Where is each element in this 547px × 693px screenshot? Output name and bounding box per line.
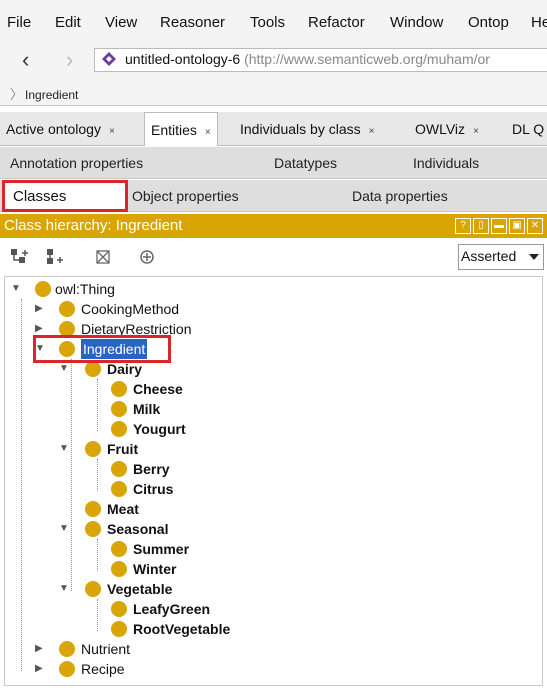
class-icon bbox=[85, 361, 101, 377]
class-icon bbox=[85, 441, 101, 457]
tab-owlviz[interactable]: OWLViz × bbox=[409, 112, 485, 146]
collapsed-toggle-icon[interactable]: ▶ bbox=[35, 659, 43, 679]
subtab-classes-label: Classes bbox=[13, 188, 67, 205]
subtab-datatypes[interactable]: Datatypes bbox=[274, 155, 337, 171]
back-arrow-icon[interactable]: ‹ bbox=[22, 48, 29, 72]
subtab-object-properties[interactable]: Object properties bbox=[132, 188, 239, 204]
ontology-iri: (http://www.semanticweb.org/muham/or bbox=[244, 51, 490, 67]
hierarchy-toolbar: Asserted bbox=[0, 240, 547, 274]
expand-toggle-icon[interactable]: ▼ bbox=[11, 279, 21, 299]
class-icon bbox=[111, 621, 127, 637]
tab-label: OWLViz bbox=[415, 121, 466, 137]
subtab-annotation-properties[interactable]: Annotation properties bbox=[10, 155, 143, 171]
breadcrumb: 〉 Ingredient bbox=[0, 76, 547, 106]
class-icon bbox=[85, 501, 101, 517]
tab-entities[interactable]: Entities × bbox=[144, 112, 218, 146]
subtab-classes[interactable]: Classes bbox=[2, 180, 128, 212]
close-icon[interactable]: × bbox=[473, 126, 479, 137]
expand-toggle-icon[interactable]: ▼ bbox=[59, 439, 69, 459]
subtab-data-properties[interactable]: Data properties bbox=[352, 188, 448, 204]
help-icon[interactable]: ? bbox=[455, 218, 471, 234]
add-sibling-icon[interactable] bbox=[46, 248, 66, 266]
subtab-row-1: Annotation properties Datatypes Individu… bbox=[0, 147, 547, 179]
ontology-name: untitled-ontology-6 bbox=[125, 51, 241, 67]
collapsed-toggle-icon[interactable]: ▶ bbox=[35, 299, 43, 319]
class-icon bbox=[111, 461, 127, 477]
tab-label: Individuals by class bbox=[240, 121, 361, 137]
class-icon bbox=[59, 661, 75, 677]
menu-refactor[interactable]: Refactor bbox=[308, 14, 365, 31]
menu-ontop[interactable]: Ontop bbox=[468, 14, 509, 31]
tab-active-ontology[interactable]: Active ontology × bbox=[0, 112, 121, 146]
chevron-down-icon bbox=[529, 254, 539, 260]
breadcrumb-chevron-icon: 〉 bbox=[10, 87, 24, 102]
tab-individuals-by-class[interactable]: Individuals by class × bbox=[234, 112, 380, 146]
tab-label: Active ontology bbox=[6, 121, 101, 137]
menu-help[interactable]: He bbox=[531, 14, 547, 31]
class-icon bbox=[111, 401, 127, 417]
add-subclass-icon[interactable] bbox=[10, 248, 30, 266]
collapsed-toggle-icon[interactable]: ▶ bbox=[35, 639, 43, 659]
menu-window[interactable]: Window bbox=[390, 14, 443, 31]
menu-file[interactable]: File bbox=[7, 14, 31, 31]
class-icon bbox=[59, 641, 75, 657]
class-icon bbox=[111, 421, 127, 437]
tab-label: Entities bbox=[151, 122, 197, 138]
close-icon[interactable]: × bbox=[109, 126, 115, 137]
menu-view[interactable]: View bbox=[105, 14, 137, 31]
subtab-individuals[interactable]: Individuals bbox=[413, 155, 479, 171]
menu-edit[interactable]: Edit bbox=[55, 14, 81, 31]
class-icon bbox=[35, 281, 51, 297]
menu-bar: File Edit View Reasoner Tools Refactor W… bbox=[0, 0, 547, 46]
class-icon bbox=[111, 481, 127, 497]
tab-label: DL Q bbox=[512, 121, 545, 137]
class-icon bbox=[111, 381, 127, 397]
forward-arrow-icon[interactable]: › bbox=[66, 48, 73, 72]
view-mode-select[interactable]: Asserted bbox=[458, 244, 544, 270]
close-icon[interactable]: × bbox=[369, 126, 375, 137]
class-icon bbox=[59, 301, 75, 317]
class-icon bbox=[85, 581, 101, 597]
class-hierarchy-header: Class hierarchy: Ingredient ? ▯ ▬ ▣ ✕ bbox=[0, 214, 547, 238]
class-icon bbox=[85, 521, 101, 537]
expand-toggle-icon[interactable]: ▼ bbox=[59, 579, 69, 599]
tab-bar: Active ontology × Entities × Individuals b… bbox=[0, 112, 547, 146]
pin-icon[interactable]: ▯ bbox=[473, 218, 489, 234]
breadcrumb-item[interactable]: Ingredient bbox=[25, 88, 78, 102]
target-icon[interactable] bbox=[138, 248, 156, 266]
view-mode-value: Asserted bbox=[461, 248, 517, 264]
address-bar: ‹ › untitled-ontology-6 (http://www.sema… bbox=[0, 46, 547, 76]
class-icon bbox=[111, 541, 127, 557]
class-icon bbox=[111, 561, 127, 577]
ingredient-highlight-box bbox=[33, 335, 171, 363]
expand-toggle-icon[interactable]: ▼ bbox=[59, 519, 69, 539]
minimize-icon[interactable]: ▬ bbox=[491, 218, 507, 234]
tab-dl-query[interactable]: DL Q bbox=[506, 112, 547, 146]
class-tree: ▼ owl:Thing ▶ CookingMethod ▶ DietaryRes… bbox=[4, 276, 543, 686]
close-icon[interactable]: ✕ bbox=[527, 218, 543, 234]
menu-tools[interactable]: Tools bbox=[250, 14, 285, 31]
panel-title: Class hierarchy: Ingredient bbox=[4, 217, 183, 234]
class-icon bbox=[111, 601, 127, 617]
maximize-icon[interactable]: ▣ bbox=[509, 218, 525, 234]
menu-reasoner[interactable]: Reasoner bbox=[160, 14, 225, 31]
ontology-diamond-icon bbox=[102, 52, 116, 66]
ontology-iri-field[interactable]: untitled-ontology-6 (http://www.semantic… bbox=[94, 48, 547, 72]
delete-class-icon[interactable] bbox=[94, 248, 112, 266]
close-icon[interactable]: × bbox=[205, 127, 211, 138]
